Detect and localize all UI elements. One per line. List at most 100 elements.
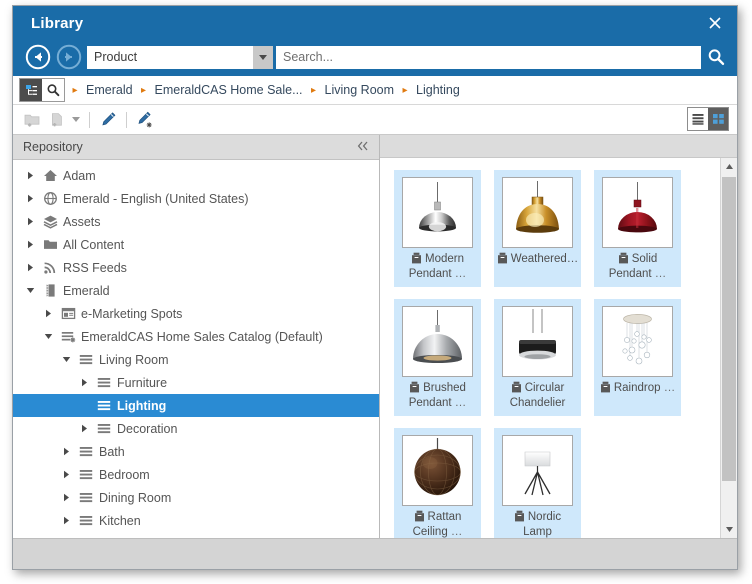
category-icon bbox=[75, 467, 97, 482]
category-icon bbox=[75, 513, 97, 528]
product-thumbnail-pendant-chrome bbox=[402, 177, 473, 248]
breadcrumb-item-2[interactable]: Living Room bbox=[320, 83, 399, 97]
chevron-down-icon[interactable] bbox=[69, 108, 83, 132]
product-tile-line1: Nordic bbox=[527, 511, 562, 523]
tree-collapse-twisty-icon[interactable] bbox=[57, 355, 75, 364]
assets-icon bbox=[39, 214, 61, 229]
search-icon[interactable] bbox=[701, 44, 731, 70]
tree-item-label: Bath bbox=[99, 444, 125, 459]
content-scrollbar[interactable] bbox=[720, 158, 737, 538]
tree-item-bath[interactable]: Bath bbox=[13, 440, 379, 463]
tree-expand-twisty-icon[interactable] bbox=[21, 171, 39, 180]
breadcrumb-item-3[interactable]: Lighting bbox=[411, 83, 465, 97]
product-tile-label: Solid Pendant … bbox=[595, 252, 680, 282]
repository-header: Repository bbox=[13, 135, 379, 160]
tree-item-assets[interactable]: Assets bbox=[13, 210, 379, 233]
tree-item-emerald[interactable]: Emerald bbox=[13, 279, 379, 302]
tree-item-dining-room[interactable]: Dining Room bbox=[13, 486, 379, 509]
view-mode-toggle bbox=[687, 107, 729, 131]
product-tile[interactable]: Weathered… bbox=[494, 170, 581, 287]
search-scope-select[interactable]: Product bbox=[87, 45, 273, 69]
repository-tree[interactable]: Adam Emerald - English (United States) A… bbox=[13, 160, 379, 538]
tree-item-lighting[interactable]: Lighting bbox=[13, 394, 379, 417]
scrollbar-track[interactable] bbox=[721, 175, 737, 521]
product-tile-line2: Chandelier bbox=[509, 397, 566, 409]
grid-view-icon[interactable] bbox=[708, 108, 728, 130]
product-tile-label: Brushed Pendant … bbox=[395, 381, 480, 411]
search-input[interactable] bbox=[276, 45, 701, 69]
list-view-icon[interactable] bbox=[688, 108, 708, 130]
product-tile[interactable]: Solid Pendant … bbox=[594, 170, 681, 287]
tree-expand-twisty-icon[interactable] bbox=[57, 493, 75, 502]
tree-item-label: RSS Feeds bbox=[63, 260, 127, 275]
breadcrumb-search-icon[interactable] bbox=[42, 79, 64, 101]
scrollbar-thumb[interactable] bbox=[722, 177, 736, 482]
new-folder-icon[interactable] bbox=[21, 108, 45, 132]
product-tile-label: Raindrop … bbox=[595, 381, 680, 396]
product-tile-line1: Rattan bbox=[427, 511, 462, 523]
tree-item-adam[interactable]: Adam bbox=[13, 164, 379, 187]
tree-item-decoration[interactable]: Decoration bbox=[13, 417, 379, 440]
tree-item-living-room[interactable]: Living Room bbox=[13, 348, 379, 371]
tree-expand-twisty-icon[interactable] bbox=[57, 470, 75, 479]
tree-item-label: Living Room bbox=[99, 352, 169, 367]
tree-expand-twisty-icon[interactable] bbox=[57, 516, 75, 525]
product-thumbnail-nordic-lamp bbox=[502, 435, 573, 506]
product-tile-label: Circular Chandelier bbox=[495, 381, 580, 411]
pencil-star-icon[interactable] bbox=[133, 108, 157, 132]
tree-item-label: e-Marketing Spots bbox=[81, 306, 183, 321]
tree-item-label: Furniture bbox=[117, 375, 168, 390]
tree-item-emerald-english-united-states[interactable]: Emerald - English (United States) bbox=[13, 187, 379, 210]
forward-arrow-icon[interactable] bbox=[56, 44, 82, 70]
breadcrumb: ▸ Emerald ▸ EmeraldCAS Home Sale... ▸ Li… bbox=[13, 76, 737, 105]
breadcrumb-item-0[interactable]: Emerald bbox=[81, 83, 138, 97]
tree-view-icon[interactable] bbox=[20, 79, 42, 101]
tree-item-all-content[interactable]: All Content bbox=[13, 233, 379, 256]
tree-item-kitchen[interactable]: Kitchen bbox=[13, 509, 379, 532]
category-icon bbox=[75, 490, 97, 505]
tree-item-furniture[interactable]: Furniture bbox=[13, 371, 379, 394]
product-tile-line2: Pendant … bbox=[408, 268, 467, 280]
tree-expand-twisty-icon[interactable] bbox=[75, 378, 93, 387]
breadcrumb-item-1[interactable]: EmeraldCAS Home Sale... bbox=[150, 83, 308, 97]
pencil-icon[interactable] bbox=[96, 108, 120, 132]
breadcrumb-separator: ▸ bbox=[141, 84, 147, 96]
catalog-default-icon bbox=[57, 329, 79, 344]
tree-item-bedroom[interactable]: Bedroom bbox=[13, 463, 379, 486]
title-bar: Library bbox=[13, 6, 737, 40]
product-tile[interactable]: Brushed Pendant … bbox=[394, 299, 481, 416]
product-tile[interactable]: Modern Pendant … bbox=[394, 170, 481, 287]
repository-panel: Repository Adam Emerald - English (Unite… bbox=[13, 135, 380, 538]
new-item-icon[interactable] bbox=[45, 108, 69, 132]
tree-expand-twisty-icon[interactable] bbox=[21, 217, 39, 226]
tree-expand-twisty-icon[interactable] bbox=[57, 447, 75, 456]
main-body: Repository Adam Emerald - English (Unite… bbox=[13, 135, 737, 538]
product-tile[interactable]: Nordic Lamp bbox=[494, 428, 581, 538]
product-tile-label: Nordic Lamp bbox=[495, 510, 580, 538]
product-tile[interactable]: Circular Chandelier bbox=[494, 299, 581, 416]
tree-expand-twisty-icon[interactable] bbox=[21, 240, 39, 249]
product-tile-grid[interactable]: Modern Pendant … Weathered… Solid Pendan… bbox=[380, 158, 720, 538]
tree-item-rss-feeds[interactable]: RSS Feeds bbox=[13, 256, 379, 279]
product-tile-line2: Lamp bbox=[523, 526, 552, 538]
tree-collapse-twisty-icon[interactable] bbox=[39, 332, 57, 341]
product-tile[interactable]: Raindrop … bbox=[594, 299, 681, 416]
tree-expand-twisty-icon[interactable] bbox=[75, 424, 93, 433]
tree-item-emeraldcas-home-sales-catalog-default[interactable]: EmeraldCAS Home Sales Catalog (Default) bbox=[13, 325, 379, 348]
tree-collapse-twisty-icon[interactable] bbox=[21, 286, 39, 295]
close-icon[interactable] bbox=[703, 11, 727, 35]
scroll-down-icon[interactable] bbox=[721, 521, 737, 538]
tree-item-label: Kitchen bbox=[99, 513, 141, 528]
scroll-up-icon[interactable] bbox=[721, 158, 737, 175]
product-tile-line1: Modern bbox=[425, 253, 464, 265]
tree-expand-twisty-icon[interactable] bbox=[21, 263, 39, 272]
collapse-panel-icon[interactable] bbox=[357, 141, 369, 154]
tree-expand-twisty-icon[interactable] bbox=[39, 309, 57, 318]
tree-item-e-marketing-spots[interactable]: e-Marketing Spots bbox=[13, 302, 379, 325]
product-thumbnail-chandelier-circular bbox=[502, 306, 573, 377]
back-arrow-icon[interactable] bbox=[25, 44, 51, 70]
product-tile[interactable]: Rattan Ceiling … bbox=[394, 428, 481, 538]
tree-item-label: Bedroom bbox=[99, 467, 150, 482]
tree-expand-twisty-icon[interactable] bbox=[21, 194, 39, 203]
chevron-down-icon[interactable] bbox=[253, 45, 273, 69]
